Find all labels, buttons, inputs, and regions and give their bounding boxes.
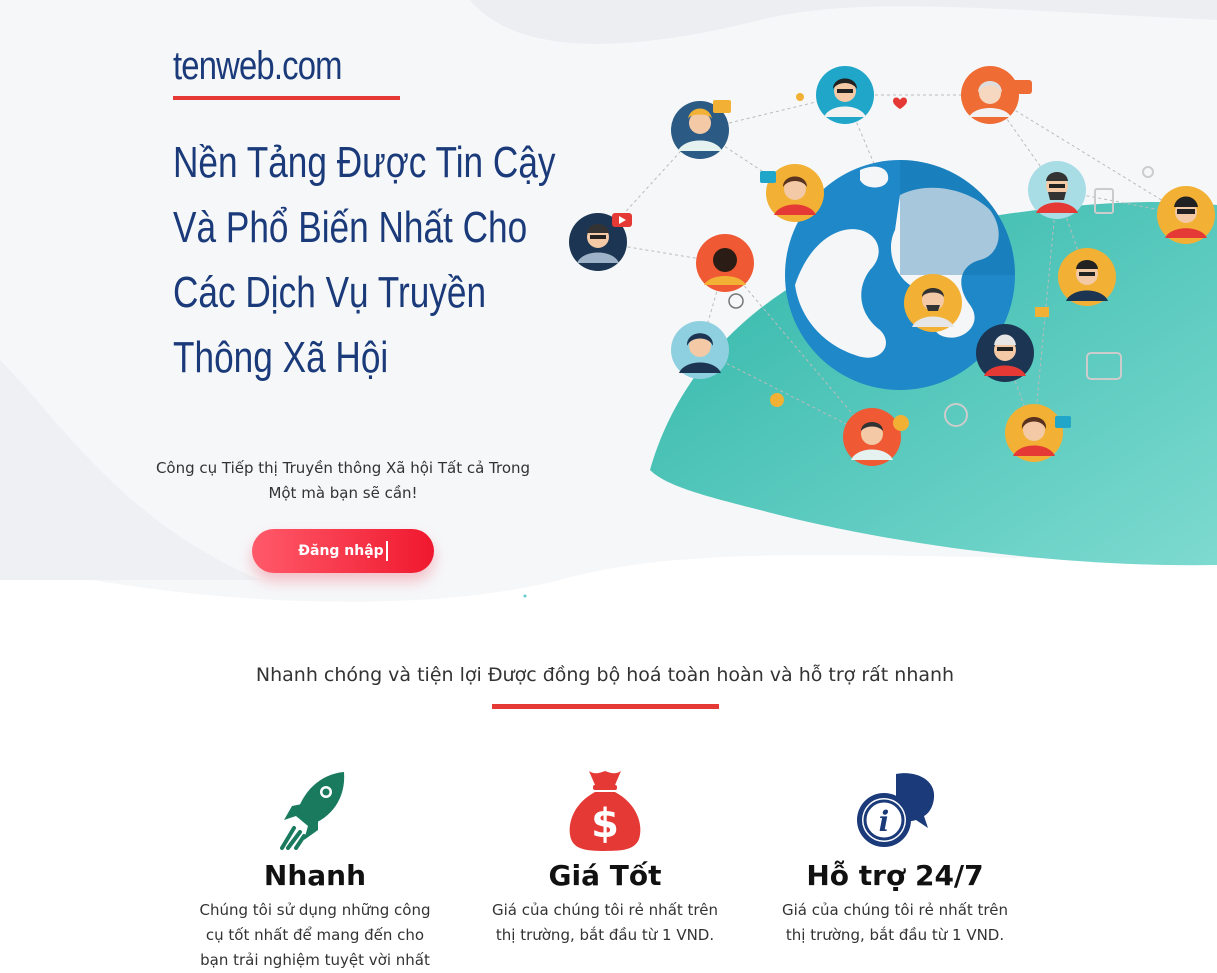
headline-line: Thông Xã Hội xyxy=(173,333,389,382)
tagline-underline xyxy=(492,704,719,709)
headline-line: Nền Tảng Được Tin Cậy xyxy=(173,138,556,187)
feature-description: Giá của chúng tôi rẻ nhất trên thị trườn… xyxy=(782,901,1008,944)
section-tagline: Nhanh chóng và tiện lợi Được đồng bộ hoá… xyxy=(255,664,955,686)
info-chat-icon: i xyxy=(750,768,1040,852)
hero-headline: Nền Tảng Được Tin Cậy Và Phổ Biến Nhất C… xyxy=(173,130,556,390)
feature-description: Giá của chúng tôi rẻ nhất trên thị trườn… xyxy=(492,901,718,944)
svg-text:i: i xyxy=(879,805,890,838)
headline-line: Các Dịch Vụ Truyền xyxy=(173,268,487,317)
feature-price: $ Giá Tốt Giá của chúng tôi rẻ nhất trên… xyxy=(460,768,750,948)
social-network-illustration xyxy=(569,66,1215,466)
brand-underline xyxy=(173,96,400,100)
money-bag-icon: $ xyxy=(460,768,750,852)
feature-support: i Hỗ trợ 24/7 Giá của chúng tôi rẻ nhất … xyxy=(750,768,1040,948)
login-button-label: Đăng nhập xyxy=(298,543,384,559)
rocket-icon xyxy=(170,768,460,852)
svg-text:$: $ xyxy=(591,801,619,847)
feature-title: Hỗ trợ 24/7 xyxy=(806,859,984,892)
feature-fast: Nhanh Chúng tôi sử dụng những công cụ tố… xyxy=(170,768,460,973)
hero-subtitle: Công cụ Tiếp thị Truyền thông Xã hội Tất… xyxy=(155,459,531,502)
feature-description: Chúng tôi sử dụng những công cụ tốt nhất… xyxy=(199,901,431,969)
login-button[interactable]: Đăng nhập xyxy=(252,529,434,573)
headline-line: Và Phổ Biến Nhất Cho xyxy=(173,203,528,252)
brand-logo-text[interactable]: tenweb.com xyxy=(173,44,342,89)
text-cursor xyxy=(385,541,388,561)
feature-title: Giá Tốt xyxy=(548,859,662,892)
feature-title: Nhanh xyxy=(263,859,367,892)
